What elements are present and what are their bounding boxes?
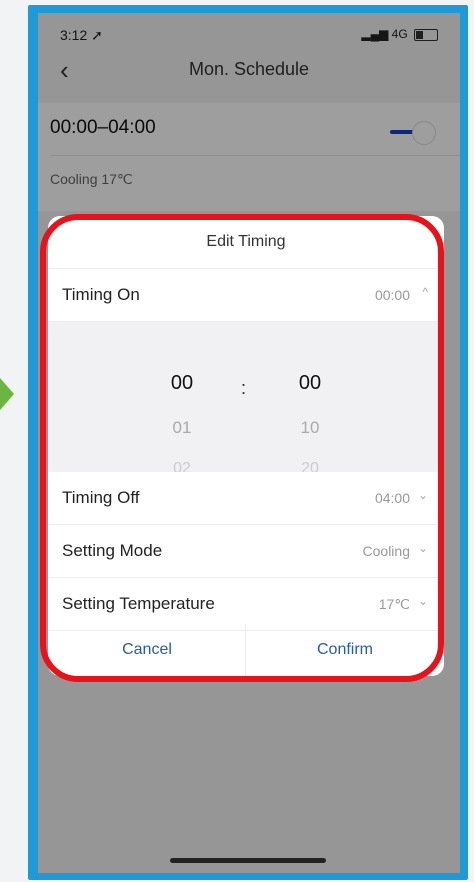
pointer-arrow-icon: [0, 378, 14, 410]
cancel-button[interactable]: Cancel: [48, 624, 246, 676]
minute-option[interactable]: 10: [280, 418, 340, 438]
setting-temperature-value: 17℃: [378, 596, 410, 612]
timing-on-row[interactable]: Timing On 00:00 ^: [48, 269, 444, 322]
chevron-down-icon: ⌄: [417, 594, 428, 608]
hour-selected: 00: [170, 372, 194, 394]
timing-on-label: Timing On: [62, 285, 140, 304]
hour-option[interactable]: 01: [152, 418, 212, 438]
chevron-up-icon: ^: [422, 285, 428, 299]
timing-off-value: 04:00: [374, 490, 410, 506]
edit-timing-dialog: Edit Timing Timing On 00:00 ^ 00 01 02 :…: [48, 216, 444, 676]
setting-mode-value: Cooling: [362, 543, 410, 559]
dialog-title: Edit Timing: [48, 216, 444, 269]
setting-mode-row[interactable]: Setting Mode Cooling ⌄: [48, 525, 444, 578]
setting-temperature-label: Setting Temperature: [62, 594, 215, 613]
timing-off-label: Timing Off: [62, 488, 140, 507]
chevron-down-icon: ⌄: [417, 488, 428, 502]
minute-selected: 00: [298, 372, 322, 394]
time-separator: :: [241, 378, 247, 398]
confirm-button[interactable]: Confirm: [245, 624, 444, 676]
dialog-buttons: Cancel Confirm: [48, 624, 444, 676]
timing-on-value: 00:00: [374, 287, 410, 303]
minute-option[interactable]: 20: [280, 460, 340, 472]
timing-off-row[interactable]: Timing Off 04:00 ⌄: [48, 472, 444, 525]
chevron-down-icon: ⌄: [417, 541, 428, 555]
hour-option[interactable]: 02: [152, 460, 212, 472]
home-indicator: [170, 858, 326, 863]
setting-mode-label: Setting Mode: [62, 541, 163, 560]
time-picker[interactable]: 00 01 02 : 00 10 20: [48, 322, 444, 472]
